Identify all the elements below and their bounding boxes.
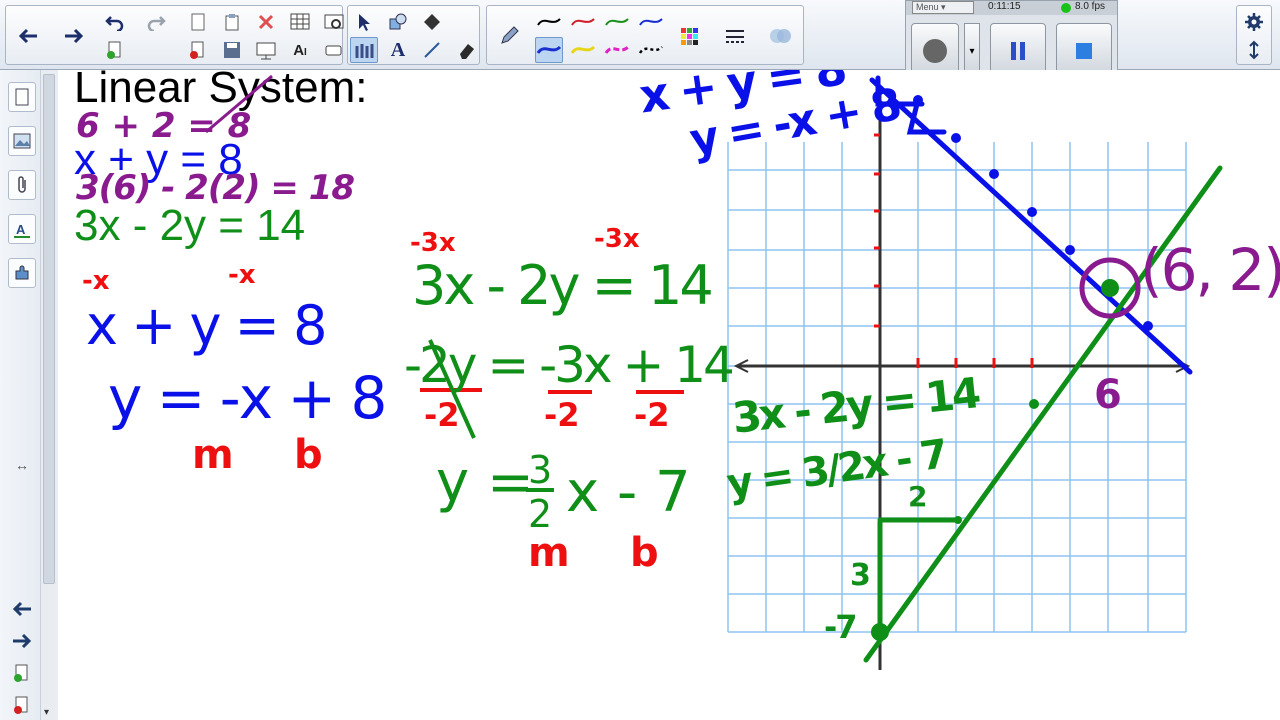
slope-label-1: m	[192, 432, 234, 478]
fill-icon[interactable]	[418, 9, 446, 35]
eq2-step: -2y = -3x + 14	[404, 336, 735, 394]
blue-pen-swatch[interactable]	[637, 9, 665, 35]
shapes-icon[interactable]	[384, 9, 412, 35]
capture-icon[interactable]	[320, 9, 348, 35]
clear-icon[interactable]	[252, 9, 280, 35]
whiteboard-canvas[interactable]: Linear System: x + y = 8 3x - 2y = 14 6 …	[58, 70, 1280, 720]
previous-page-icon[interactable]	[8, 596, 36, 622]
fraction-numerator: 3	[528, 448, 553, 492]
x-six-label: 6	[1094, 372, 1122, 418]
add-page-icon[interactable]	[101, 37, 129, 63]
divisor-1: -2	[424, 396, 460, 434]
undo-icon[interactable]	[101, 9, 129, 35]
pen-properties-group	[486, 5, 804, 65]
line-1-graph	[869, 75, 1193, 375]
document-camera-icon[interactable]	[320, 37, 348, 63]
redo-icon[interactable]	[142, 9, 170, 35]
screen-shade-icon[interactable]	[252, 37, 280, 63]
addons-icon[interactable]	[8, 258, 36, 288]
gallery-icon[interactable]	[8, 126, 36, 156]
text-icon[interactable]: A	[384, 37, 412, 63]
minus-3x-right: -3x	[594, 224, 640, 254]
rise-label: 3	[850, 558, 871, 593]
attachments-icon[interactable]	[8, 170, 36, 200]
page-sorter-icon[interactable]	[8, 82, 36, 112]
line-1-points	[913, 95, 1153, 331]
slope-intercept-eq2-right: x - 7	[566, 460, 691, 525]
arrow-right-icon[interactable]	[60, 23, 88, 49]
blue-highlighter-swatch[interactable]	[535, 37, 563, 63]
save-icon[interactable]	[218, 37, 246, 63]
handwritten-eq2: 3x - 2y = 14	[412, 254, 714, 317]
paste-icon[interactable]	[218, 9, 246, 35]
recorder-menu-dropdown[interactable]: Menu ▾	[912, 1, 974, 14]
red-pen-swatch[interactable]	[569, 9, 597, 35]
sidebar-delete-page-icon[interactable]	[8, 692, 36, 718]
check-line-1: 6 + 2 = 8	[76, 106, 252, 146]
frame-rate: 8.0 fps	[1075, 1, 1106, 12]
navigation-group: AI	[5, 5, 344, 65]
line-icon[interactable]	[418, 37, 446, 63]
intercept-label-2: b	[630, 530, 659, 576]
divisor-3: -2	[634, 396, 670, 434]
page-icon[interactable]	[184, 9, 212, 35]
scroll-down-icon[interactable]: ▾	[44, 707, 49, 718]
toolbar-position-icon[interactable]	[1240, 37, 1268, 63]
black-dashed-swatch[interactable]	[637, 37, 665, 63]
text-recognition-icon[interactable]: AI	[286, 37, 314, 63]
sidebar-add-page-icon[interactable]	[8, 660, 36, 686]
color-palette-icon[interactable]	[675, 23, 703, 49]
minus-x-right: -x	[228, 260, 256, 290]
pens-icon[interactable]	[350, 37, 378, 63]
gear-icon[interactable]	[1240, 9, 1268, 35]
recorder-status-bar: Menu ▾ 0:11:15 8.0 fps	[906, 1, 1117, 15]
run-label: 2	[908, 480, 928, 513]
transparency-icon[interactable]	[767, 23, 795, 49]
properties-icon[interactable]: A	[8, 214, 36, 244]
intercept-point-label: -7	[824, 608, 858, 646]
green-pen-swatch[interactable]	[603, 9, 631, 35]
scrollbar-thumb[interactable]	[43, 74, 55, 584]
tools-group: A	[347, 5, 480, 65]
eraser-icon[interactable]	[452, 37, 480, 63]
status-indicator	[1061, 3, 1071, 13]
intercept-label-1: b	[294, 432, 323, 478]
yellow-highlighter-swatch[interactable]	[569, 37, 597, 63]
intersection-label: (6, 2)	[1140, 236, 1280, 304]
handwritten-eq1: x + y = 8	[86, 294, 327, 357]
table-icon[interactable]	[286, 9, 314, 35]
minus-x-left: -x	[82, 266, 110, 296]
slope-intercept-eq1: y = -x + 8	[108, 364, 387, 432]
vertical-scrollbar[interactable]: ▾	[40, 70, 58, 720]
resize-handle-icon[interactable]: ↔	[8, 452, 36, 478]
select-arrow-icon[interactable]	[350, 9, 378, 35]
divisor-2: -2	[544, 396, 580, 434]
settings-panel	[1236, 5, 1272, 65]
delete-page-icon[interactable]	[184, 37, 212, 63]
check-line-2: 3(6) - 2(2) = 18	[76, 168, 355, 208]
slope-label-2: m	[528, 530, 570, 576]
svg-text:A: A	[16, 222, 26, 237]
next-page-icon[interactable]	[8, 628, 36, 654]
line-style-icon[interactable]	[721, 23, 749, 49]
arrow-left-icon[interactable]	[14, 23, 42, 49]
pink-highlighter-swatch[interactable]	[603, 37, 631, 63]
pen-tool-icon[interactable]	[495, 23, 523, 49]
slope-intercept-eq2-left: y =	[436, 450, 534, 515]
recording-time: 0:11:15	[988, 1, 1021, 12]
black-pen-swatch[interactable]	[535, 9, 563, 35]
